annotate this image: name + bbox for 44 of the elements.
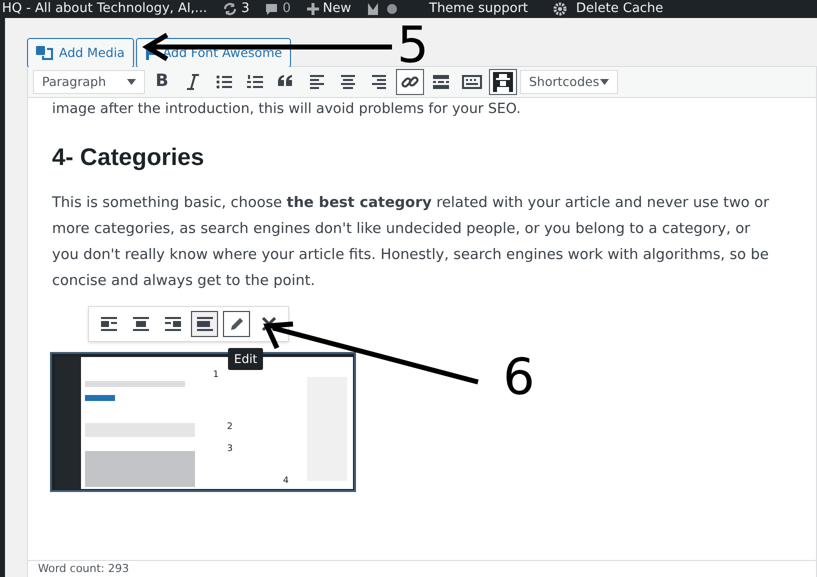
- paragraph-text: image after the introduction, this will avoid problems for your SEO.: [52, 100, 522, 118]
- format-dropdown[interactable]: Paragraph: [33, 70, 145, 94]
- image-toolbar-button[interactable]: [191, 311, 218, 337]
- annotation-number: 5: [397, 20, 429, 70]
- paragraph-text: This is something basic, choose the best category related with your article and never use two or more categories, as search engines don't like undecided people, or you belong to a category, or you don't really know where your article fits. Honestly, search engines work with algorithms, so be concise and always get to the point.: [52, 194, 770, 291]
- plus-icon: [306, 3, 319, 15]
- toolbar-button[interactable]: [396, 69, 424, 95]
- comment-count[interactable]: 0: [282, 0, 291, 18]
- word-count: Word count: 293: [38, 561, 130, 577]
- status-dot-icon: [387, 4, 398, 14]
- callout-number: 4: [283, 477, 289, 486]
- caret-icon: [127, 79, 136, 85]
- new-link[interactable]: New: [322, 0, 352, 18]
- site-title-link[interactable]: HQ - All about Technology, AI,...: [2, 0, 208, 18]
- gear-icon: [552, 2, 568, 16]
- toolbar-button[interactable]: [489, 69, 517, 95]
- comment-icon: [265, 2, 278, 16]
- align-left-icon: [307, 72, 327, 92]
- read-more-icon: [431, 72, 451, 92]
- theme-support-link[interactable]: Theme support: [429, 0, 528, 18]
- update-count[interactable]: 3: [241, 0, 250, 18]
- callout-number: 3: [227, 445, 233, 454]
- add-media-button[interactable]: Add Media: [27, 38, 134, 68]
- align-center-icon: [338, 72, 358, 92]
- seo-plugin-icon: [367, 2, 380, 16]
- align-right-icon: [162, 314, 182, 334]
- annotation-number: 6: [503, 352, 535, 402]
- callout-number: 1: [213, 371, 219, 380]
- refresh-icon: [223, 2, 238, 16]
- align-right-icon: [369, 72, 389, 92]
- media-icon: [36, 46, 53, 60]
- image-toolbar-button[interactable]: [223, 311, 250, 337]
- callout-number: 2: [227, 423, 233, 432]
- bold-button[interactable]: B: [148, 69, 176, 95]
- keyboard-icon: [462, 72, 482, 92]
- align-left-icon: [98, 314, 118, 334]
- caret-icon: [600, 79, 609, 85]
- edit-tooltip: Edit: [228, 348, 264, 370]
- section-heading: 4- Categories: [52, 143, 206, 173]
- delete-cache-link[interactable]: Delete Cache: [576, 0, 664, 18]
- shortcodes-dropdown[interactable]: Shortcodes: [520, 70, 618, 94]
- no-alignment-icon: [194, 314, 214, 334]
- man-with-hat-icon: [493, 72, 513, 92]
- align-center-icon: [130, 314, 150, 334]
